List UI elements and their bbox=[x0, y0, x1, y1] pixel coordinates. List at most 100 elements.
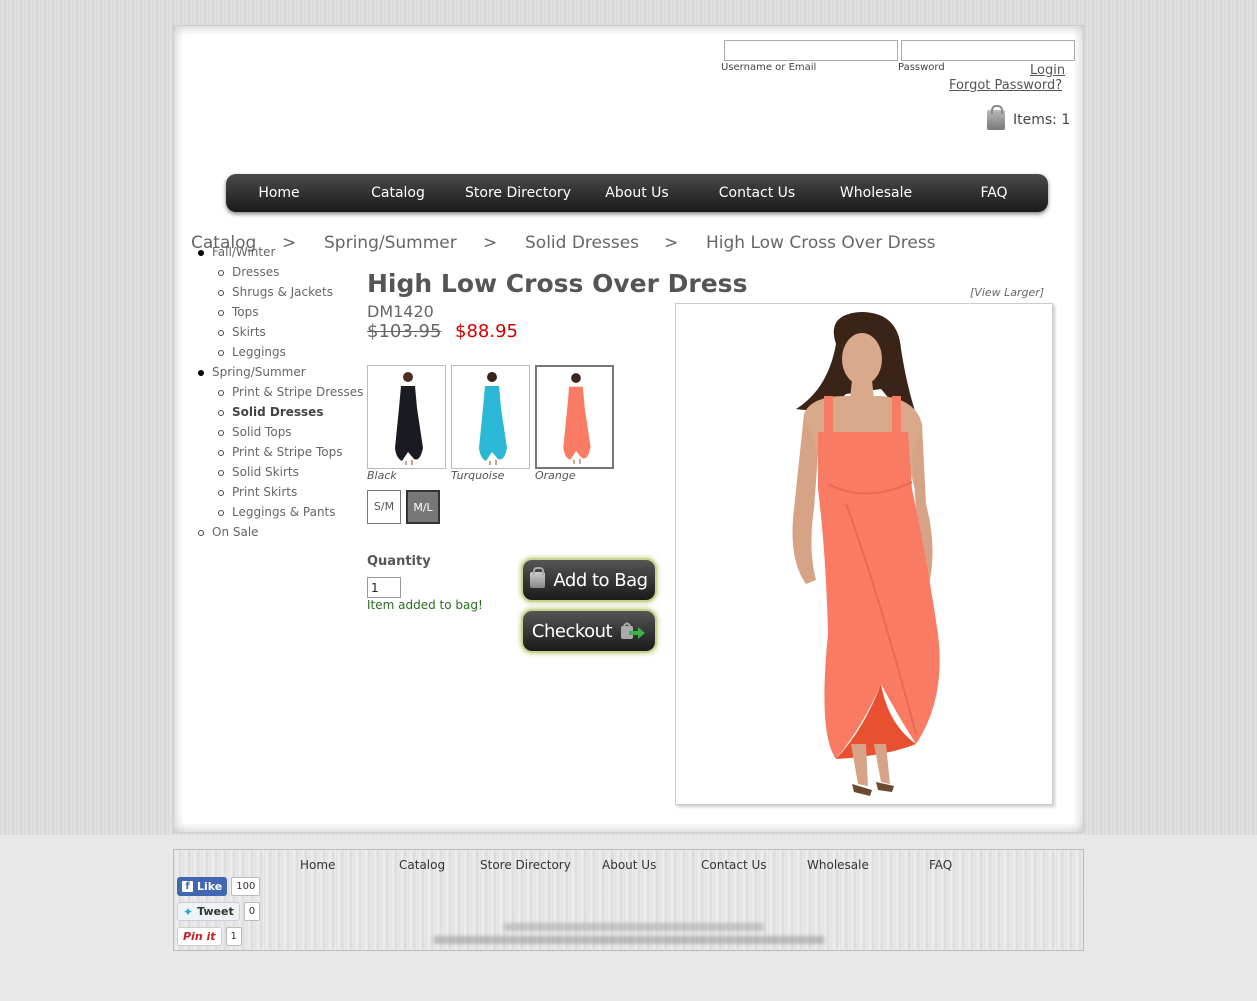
sidebar-print-stripe-dresses[interactable]: Print & Stripe Dresses bbox=[232, 385, 363, 399]
login-link[interactable]: Login bbox=[1030, 63, 1065, 78]
breadcrumb-spring-summer[interactable]: Spring/Summer bbox=[324, 233, 457, 253]
sidebar-solid-skirts[interactable]: Solid Skirts bbox=[232, 465, 299, 479]
sidebar-solid-dresses-active[interactable]: Solid Dresses bbox=[232, 405, 323, 419]
bullet-icon bbox=[218, 410, 224, 416]
dress-model-image bbox=[792, 312, 940, 796]
cart-summary[interactable]: Items: 1 bbox=[987, 105, 1071, 130]
view-larger-link[interactable]: [View Larger] bbox=[970, 286, 1044, 299]
bullet-icon bbox=[218, 330, 224, 336]
product-sku: DM1420 bbox=[367, 302, 434, 321]
like-label: Like bbox=[197, 880, 223, 893]
sidebar-print-stripe-tops[interactable]: Print & Stripe Tops bbox=[232, 445, 343, 459]
footer-nav-store-directory[interactable]: Store Directory bbox=[480, 858, 571, 872]
added-to-bag-message: Item added to bag! bbox=[367, 598, 483, 612]
pinterest-pin-widget: Pin it 1 bbox=[177, 927, 242, 946]
add-to-bag-button[interactable]: Add to Bag bbox=[523, 560, 655, 600]
sidebar-skirts[interactable]: Skirts bbox=[232, 325, 266, 339]
main-container: Username or Email Password Login Forgot … bbox=[173, 25, 1084, 833]
nav-home[interactable]: Home bbox=[238, 174, 320, 212]
bullet-icon bbox=[218, 390, 224, 396]
bullet-icon bbox=[218, 310, 224, 316]
sale-price: $88.95 bbox=[455, 321, 518, 342]
footer-nav-catalog[interactable]: Catalog bbox=[399, 858, 445, 872]
bullet-icon bbox=[218, 490, 224, 496]
like-count: 100 bbox=[231, 877, 261, 896]
twitter-tweet-widget: ✦ Tweet 0 bbox=[177, 902, 261, 921]
nav-about-us[interactable]: About Us bbox=[596, 174, 678, 212]
product-title: High Low Cross Over Dress bbox=[367, 269, 748, 298]
pin-count: 1 bbox=[225, 927, 242, 946]
add-to-bag-label: Add to Bag bbox=[553, 569, 648, 591]
product-main-image[interactable] bbox=[675, 303, 1053, 805]
forgot-password-link[interactable]: Forgot Password? bbox=[949, 78, 1062, 93]
bullet-icon bbox=[198, 370, 204, 376]
cart-items-count: Items: 1 bbox=[1013, 112, 1071, 128]
breadcrumb-current: High Low Cross Over Dress bbox=[706, 233, 936, 253]
shopping-bag-icon bbox=[530, 567, 546, 588]
footer-nav-home[interactable]: Home bbox=[300, 858, 335, 872]
color-label-black: Black bbox=[367, 469, 397, 482]
sidebar-on-sale[interactable]: On Sale bbox=[212, 525, 259, 539]
footer: Home Catalog Store Directory About Us Co… bbox=[173, 849, 1084, 951]
nav-contact-us[interactable]: Contact Us bbox=[708, 174, 806, 212]
checkout-label: Checkout bbox=[531, 620, 613, 642]
sidebar-tops[interactable]: Tops bbox=[232, 305, 259, 319]
blurred-footer-address bbox=[504, 923, 764, 931]
pin-it-button[interactable]: Pin it bbox=[177, 927, 222, 946]
bag-arrow-icon bbox=[621, 622, 646, 639]
bullet-icon bbox=[218, 450, 224, 456]
facebook-like-widget: f Like 100 bbox=[177, 877, 261, 896]
facebook-icon: f bbox=[182, 881, 193, 892]
password-label: Password bbox=[898, 62, 945, 73]
bullet-icon bbox=[218, 510, 224, 516]
tweet-label: Tweet bbox=[197, 905, 234, 918]
tweet-button[interactable]: ✦ Tweet bbox=[177, 902, 240, 921]
dress-thumbnail-black bbox=[395, 372, 423, 465]
password-input[interactable] bbox=[901, 40, 1075, 61]
sidebar-print-skirts[interactable]: Print Skirts bbox=[232, 485, 297, 499]
breadcrumb-separator: > bbox=[282, 233, 297, 253]
nav-store-directory[interactable]: Store Directory bbox=[457, 174, 579, 212]
shopping-bag-icon bbox=[987, 105, 1005, 130]
main-nav: Home Catalog Store Directory About Us Co… bbox=[226, 174, 1048, 212]
nav-wholesale[interactable]: Wholesale bbox=[830, 174, 922, 212]
dress-thumbnail-orange bbox=[563, 373, 591, 464]
color-swatch-turquoise[interactable] bbox=[451, 365, 530, 469]
sidebar-leggings[interactable]: Leggings bbox=[232, 345, 286, 359]
footer-nav-faq[interactable]: FAQ bbox=[929, 858, 952, 872]
bullet-icon bbox=[198, 530, 204, 536]
twitter-bird-icon: ✦ bbox=[183, 904, 194, 919]
footer-nav-contact-us[interactable]: Contact Us bbox=[701, 858, 767, 872]
quantity-label: Quantity bbox=[367, 554, 431, 569]
bullet-icon bbox=[218, 470, 224, 476]
footer-nav-about-us[interactable]: About Us bbox=[602, 858, 656, 872]
color-swatch-black[interactable] bbox=[367, 365, 446, 469]
breadcrumb-separator: > bbox=[664, 233, 679, 253]
sidebar-leggings-pants[interactable]: Leggings & Pants bbox=[232, 505, 336, 519]
sidebar-shrugs-jackets[interactable]: Shrugs & Jackets bbox=[232, 285, 333, 299]
breadcrumb-separator: > bbox=[483, 233, 498, 253]
blurred-footer-contact bbox=[434, 936, 824, 944]
original-price: $103.95 bbox=[367, 321, 442, 342]
color-swatch-orange[interactable] bbox=[535, 365, 614, 469]
sidebar-fall-winter[interactable]: Fall/Winter bbox=[212, 245, 275, 259]
color-label-turquoise: Turquoise bbox=[451, 469, 505, 482]
quantity-input[interactable] bbox=[367, 577, 401, 598]
tweet-count: 0 bbox=[243, 902, 261, 921]
sidebar-dresses[interactable]: Dresses bbox=[232, 265, 279, 279]
facebook-like-button[interactable]: f Like bbox=[177, 877, 228, 896]
sidebar-solid-tops[interactable]: Solid Tops bbox=[232, 425, 292, 439]
content-area: Username or Email Password Login Forgot … bbox=[182, 34, 1075, 824]
nav-faq[interactable]: FAQ bbox=[966, 174, 1022, 212]
checkout-button[interactable]: Checkout bbox=[523, 611, 655, 651]
size-sm-button[interactable]: S/M bbox=[367, 490, 401, 524]
username-label: Username or Email bbox=[721, 62, 817, 73]
bullet-icon bbox=[218, 270, 224, 276]
nav-catalog[interactable]: Catalog bbox=[358, 174, 438, 212]
bullet-icon bbox=[218, 350, 224, 356]
sidebar-spring-summer[interactable]: Spring/Summer bbox=[212, 365, 306, 379]
footer-nav-wholesale[interactable]: Wholesale bbox=[807, 858, 869, 872]
size-ml-button[interactable]: M/L bbox=[406, 490, 440, 524]
username-input[interactable] bbox=[724, 40, 898, 61]
breadcrumb-solid-dresses[interactable]: Solid Dresses bbox=[525, 233, 639, 253]
